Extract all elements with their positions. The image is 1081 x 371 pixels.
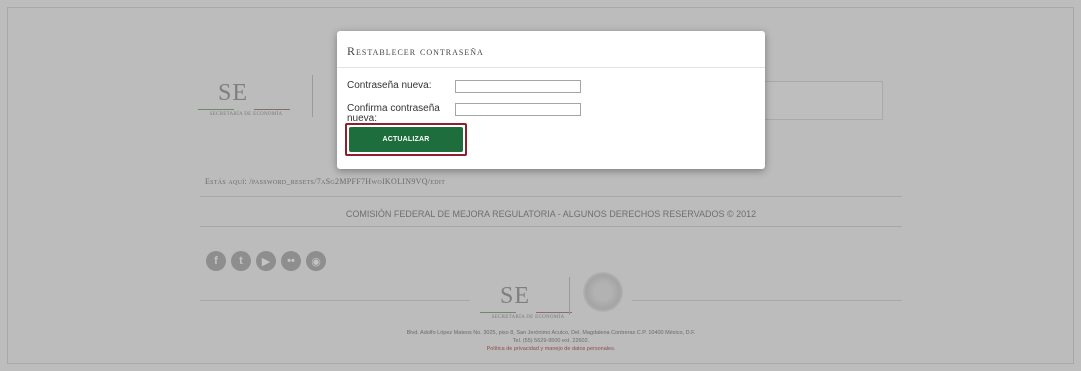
se-logo: SE SECRETARÍA DE ECONOMÍA [196,80,302,128]
rss-icon[interactable]: ◉ [306,251,326,271]
divider [200,196,902,197]
youtube-icon[interactable]: ▶ [256,251,276,271]
update-button[interactable]: ACTUALIZAR [349,127,463,152]
se-logo-letters: SE [218,80,249,106]
footer-logo-divider [569,277,570,315]
submit-button-highlight: ACTUALIZAR [345,123,467,156]
confirm-password-label: Confirma contraseña nueva: [347,103,440,124]
confirm-password-input[interactable] [455,103,581,116]
se-logo-letters: SE [500,283,531,309]
modal-title: Restablecer contraseña [347,44,484,58]
new-password-label: Contraseña nueva: [347,80,432,91]
facebook-icon[interactable]: f [206,251,226,271]
divider [632,300,902,301]
logo-line [198,109,234,110]
logo-line [254,109,290,110]
social-icons: f t ▶ •• ◉ [206,251,326,271]
copyright-text: COMISIÓN FEDERAL DE MEJORA REGULATORIA -… [345,209,757,219]
privacy-link[interactable]: Política de privacidad y manejo de datos… [200,345,902,353]
address-line: Blvd. Adolfo López Mateos No. 3025, piso… [406,330,696,336]
se-logo-caption: SECRETARÍA DE ECONOMÍA [209,112,283,117]
phone-line: Tel. (55) 5629-9500 ext. 22602. [512,338,590,344]
new-password-input[interactable] [455,80,581,93]
header-search-box [763,81,883,120]
modal-divider [337,67,765,68]
divider [200,226,902,227]
logo-line [536,312,572,313]
se-logo-caption: SECRETARÍA DE ECONOMÍA [491,315,565,320]
logo-line [480,312,516,313]
twitter-icon[interactable]: t [231,251,251,271]
footer-address: Blvd. Adolfo López Mateos No. 3025, piso… [200,329,902,353]
divider [200,300,470,301]
coat-of-arms-seal [583,272,623,312]
reset-password-modal: Restablecer contraseña Contraseña nueva:… [337,31,765,169]
breadcrumb: Estás aquí: /password_resets/7aSg2MPFF7H… [205,177,446,186]
flickr-icon[interactable]: •• [281,251,301,271]
header-divider [312,75,313,117]
